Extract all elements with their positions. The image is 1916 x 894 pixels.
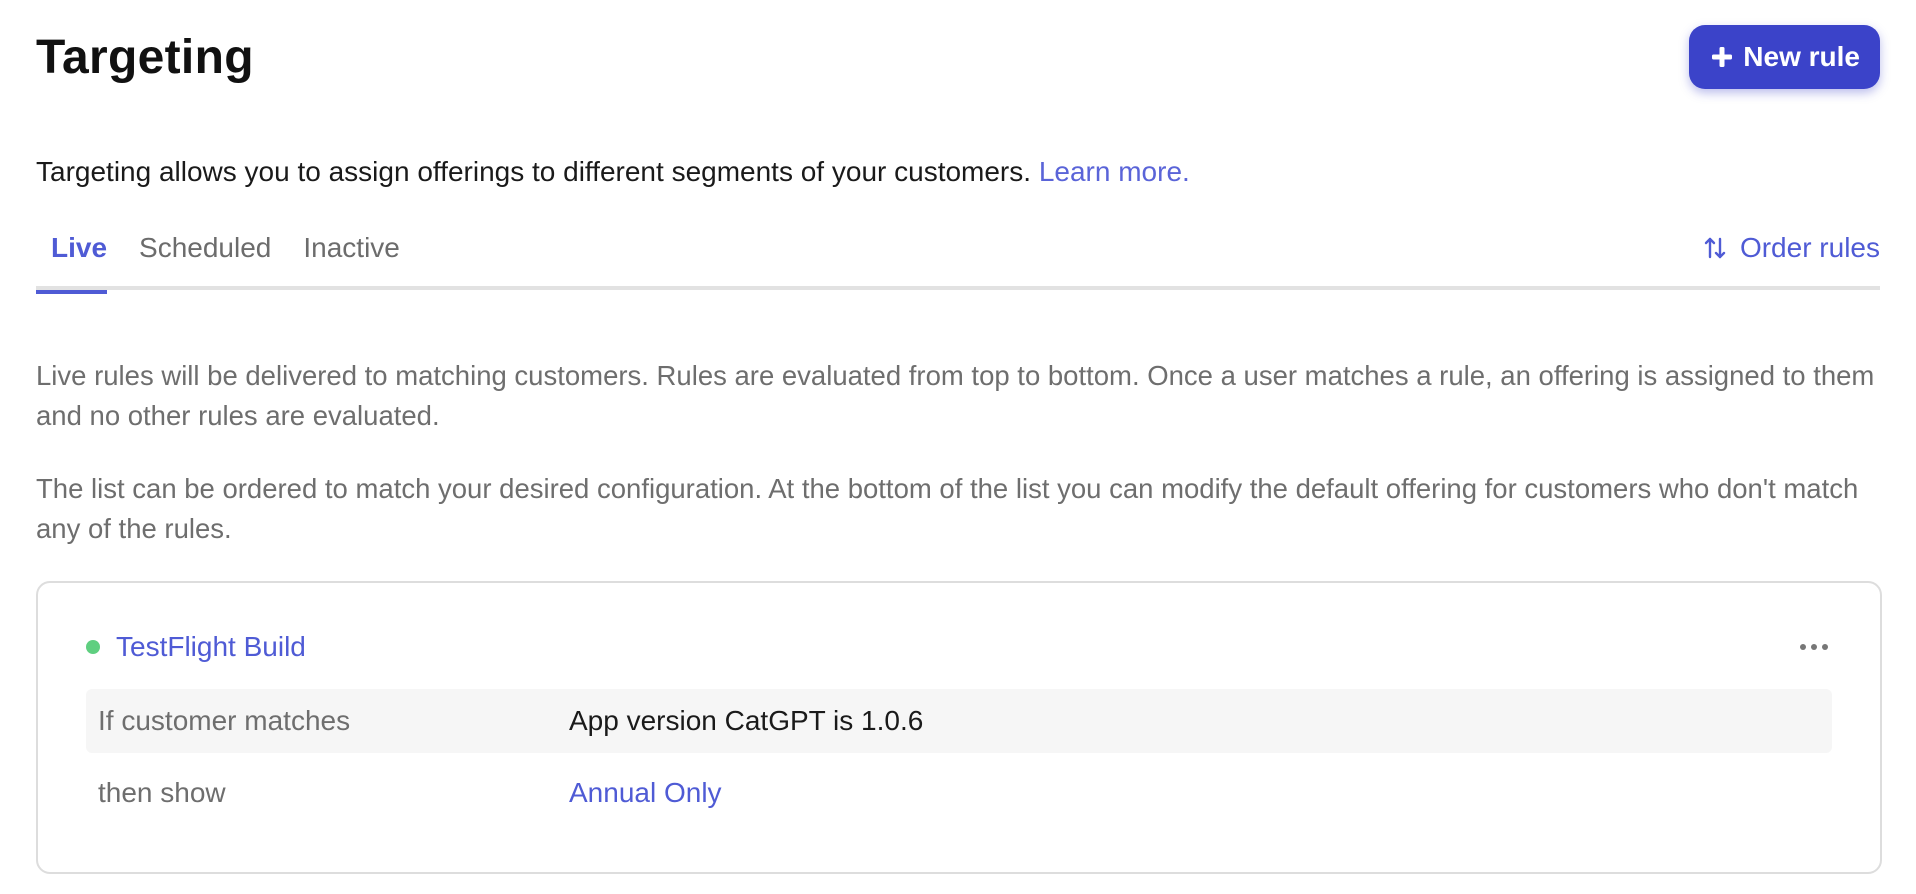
tabs-bar: Live Scheduled Inactive Order rules — [36, 218, 1880, 294]
rule-condition-row: If customer matches App version CatGPT i… — [86, 689, 1832, 753]
page-header: Targeting New rule — [36, 24, 1880, 90]
tab-scheduled[interactable]: Scheduled — [139, 218, 271, 290]
sort-arrows-icon — [1704, 235, 1726, 261]
order-rules-button[interactable]: Order rules — [1704, 218, 1880, 264]
condition-value: App version CatGPT is 1.0.6 — [569, 705, 924, 736]
info-paragraph-1: Live rules will be delivered to matching… — [36, 360, 1875, 431]
page-title: Targeting — [36, 30, 254, 84]
more-options-icon[interactable] — [1796, 636, 1832, 658]
rule-offering-row: then show Annual Only — [86, 761, 1832, 825]
plus-icon — [1711, 46, 1733, 68]
tabs: Live Scheduled Inactive — [36, 218, 400, 294]
new-rule-button[interactable]: New rule — [1689, 25, 1880, 89]
description-text: Targeting allows you to assign offerings… — [36, 156, 1032, 187]
condition-label: If customer matches — [98, 705, 351, 736]
rule-header: TestFlight Build — [86, 627, 1832, 667]
rule-card: TestFlight Build If customer matches App… — [36, 581, 1882, 874]
rule-name-link[interactable]: TestFlight Build — [116, 631, 306, 663]
status-dot-icon — [86, 640, 100, 654]
offering-link[interactable]: Annual Only — [569, 777, 722, 809]
info-paragraph-2: The list can be ordered to match your de… — [36, 473, 1859, 544]
targeting-page: Targeting New rule Targeting allows you … — [0, 0, 1916, 894]
learn-more-link[interactable]: Learn more. — [1039, 156, 1190, 187]
page-description: Targeting allows you to assign offerings… — [36, 156, 1190, 188]
offering-label: then show — [98, 777, 226, 808]
rule-title: TestFlight Build — [86, 631, 306, 663]
order-rules-label: Order rules — [1739, 232, 1880, 263]
new-rule-label: New rule — [1743, 41, 1860, 72]
tab-live[interactable]: Live — [36, 218, 108, 294]
tab-inactive[interactable]: Inactive — [303, 218, 400, 290]
